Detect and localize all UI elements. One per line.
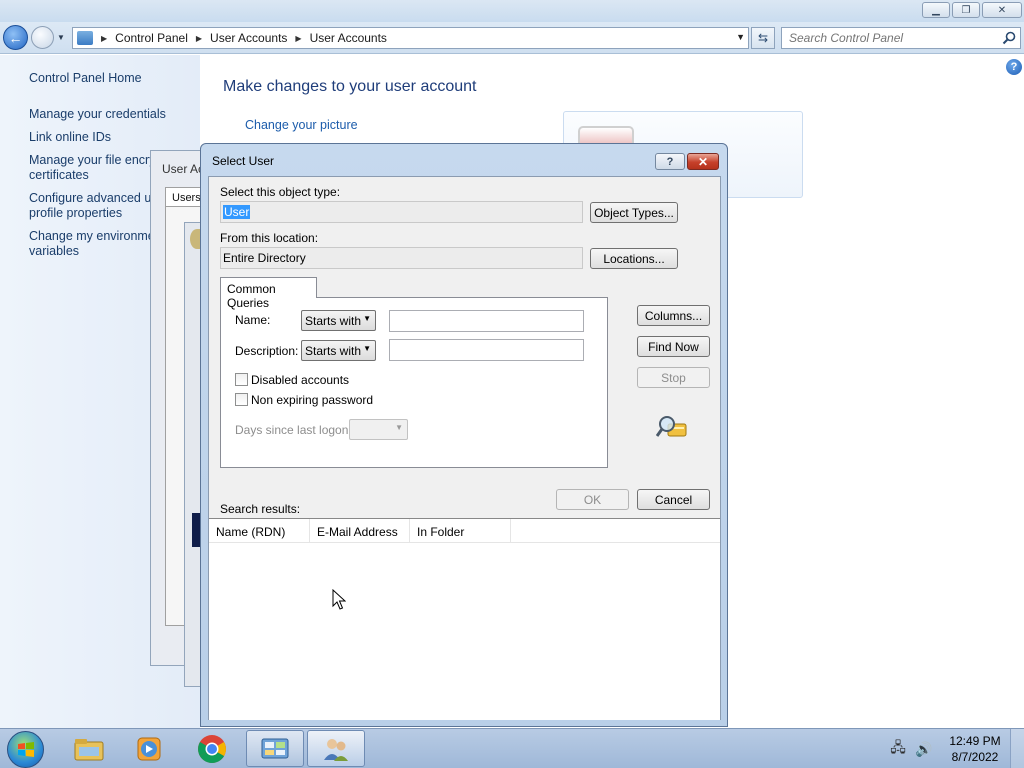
name-label: Name: [235, 313, 271, 327]
control-panel-icon [261, 738, 289, 758]
start-button[interactable] [7, 731, 44, 768]
description-label: Description: [235, 344, 299, 358]
search-input[interactable] [782, 31, 992, 45]
object-type-label: Select this object type: [220, 185, 341, 199]
maximize-button[interactable]: ❐ [952, 2, 980, 18]
name-input[interactable] [389, 310, 584, 332]
forward-button[interactable] [31, 26, 54, 49]
breadcrumb-control-panel[interactable]: Control Panel [115, 31, 188, 45]
dialog-help-button[interactable]: ? [655, 153, 685, 170]
select-user-dialog: Select User ? ✕ Select this object type:… [200, 143, 728, 727]
volume-icon[interactable]: 🔊 [914, 739, 934, 759]
common-queries-panel: Name: Starts with ▼ Description: Starts … [220, 297, 608, 468]
network-icon[interactable]: 🖧 [888, 739, 908, 759]
column-header-in-folder[interactable]: In Folder [410, 519, 511, 543]
dialog-title: Select User [212, 154, 275, 168]
recent-pages-icon[interactable]: ▼ [57, 33, 65, 42]
sidebar-item-file-encryption-line2[interactable]: certificates [29, 168, 89, 183]
chevron-down-icon: ▼ [395, 423, 403, 432]
tab-common-queries[interactable]: Common Queries [220, 277, 317, 310]
chevron-right-icon[interactable]: ▶ [295, 34, 301, 43]
clock-date: 8/7/2022 [951, 750, 999, 764]
windows-logo-icon [17, 741, 34, 757]
sidebar-item-control-panel-home[interactable]: Control Panel Home [29, 71, 142, 86]
address-field[interactable]: ▶ Control Panel ▶ User Accounts ▶ User A… [72, 27, 749, 49]
dialog-close-button[interactable]: ✕ [687, 153, 719, 170]
disabled-accounts-label[interactable]: Disabled accounts [251, 373, 349, 387]
taskbar-media-player[interactable] [120, 730, 178, 767]
chrome-icon [198, 734, 226, 763]
dialog-body: Select this object type: User Object Typ… [208, 176, 721, 720]
system-tray: 🖧 🔊 12:49 PM 8/7/2022 [888, 729, 1024, 768]
results-header: Name (RDN) E-Mail Address In Folder [209, 519, 720, 543]
search-animation-icon [656, 416, 687, 437]
location-value: Entire Directory [223, 251, 306, 265]
sidebar-item-file-encryption[interactable]: Manage your file encry [29, 153, 155, 168]
search-box[interactable] [781, 27, 1021, 49]
taskbar-google-chrome[interactable] [183, 730, 241, 767]
help-icon[interactable]: ? [1006, 59, 1022, 75]
location-label: From this location: [220, 231, 319, 245]
page-title: Make changes to your user account [223, 78, 477, 95]
back-button[interactable]: ← [3, 25, 28, 50]
disabled-accounts-checkbox[interactable] [235, 373, 248, 386]
days-since-logon-label: Days since last logon: [235, 423, 352, 437]
users-icon [324, 738, 348, 761]
ok-button[interactable]: OK [556, 489, 629, 510]
taskbar-windows-explorer[interactable] [60, 730, 118, 767]
chevron-right-icon[interactable]: ▶ [196, 34, 202, 43]
chevron-right-icon[interactable]: ▶ [101, 34, 107, 43]
description-input[interactable] [389, 339, 584, 361]
sidebar-item-environment-variables-line2[interactable]: variables [29, 244, 79, 259]
sidebar-item-advanced-profile-line2[interactable]: profile properties [29, 206, 122, 221]
non-expiring-password-checkbox[interactable] [235, 393, 248, 406]
sidebar-item-advanced-profile[interactable]: Configure advanced us [29, 191, 158, 206]
taskbar-control-panel[interactable] [246, 730, 304, 767]
find-now-button[interactable]: Find Now [637, 336, 710, 357]
sidebar-item-environment-variables[interactable]: Change my environme [29, 229, 155, 244]
mouse-cursor-icon [332, 589, 346, 610]
control-panel-icon [77, 31, 93, 45]
change-picture-link[interactable]: Change your picture [245, 118, 358, 132]
column-header-name[interactable]: Name (RDN) [209, 519, 310, 543]
search-results-list[interactable]: Name (RDN) E-Mail Address In Folder [209, 518, 720, 720]
window-title-bar: ▁ ❐ ✕ [0, 0, 1024, 22]
refresh-button[interactable]: ⇆ [751, 27, 775, 49]
stop-button[interactable]: Stop [637, 367, 710, 388]
object-type-value: User [223, 205, 251, 219]
cancel-button[interactable]: Cancel [637, 489, 710, 510]
window-controls: ▁ ❐ ✕ [922, 2, 1022, 18]
object-type-field[interactable]: User [220, 201, 583, 223]
search-results-label: Search results: [220, 502, 301, 516]
object-types-button[interactable]: Object Types... [590, 202, 678, 223]
locations-button[interactable]: Locations... [590, 248, 678, 269]
days-since-logon-select[interactable]: ▼ [349, 419, 408, 440]
clock-time: 12:49 PM [949, 734, 1001, 748]
description-condition-select[interactable]: Starts with ▼ [301, 340, 376, 361]
description-condition-value: Starts with [305, 344, 362, 358]
breadcrumb-user-accounts-current[interactable]: User Accounts [310, 31, 387, 45]
taskbar: 🖧 🔊 12:49 PM 8/7/2022 [0, 728, 1024, 768]
columns-button[interactable]: Columns... [637, 305, 710, 326]
minimize-button[interactable]: ▁ [922, 2, 950, 18]
name-condition-value: Starts with [305, 314, 362, 328]
close-button[interactable]: ✕ [982, 2, 1022, 18]
chevron-down-icon[interactable]: ▼ [736, 32, 745, 42]
chevron-down-icon: ▼ [363, 314, 371, 323]
show-desktop-button[interactable] [1010, 729, 1024, 768]
sidebar-item-link-online-ids[interactable]: Link online IDs [29, 130, 111, 145]
address-bar: ← ▼ ▶ Control Panel ▶ User Accounts ▶ Us… [0, 22, 1024, 54]
taskbar-user-accounts[interactable] [307, 730, 365, 767]
name-condition-select[interactable]: Starts with ▼ [301, 310, 376, 331]
search-icon[interactable] [1002, 31, 1016, 45]
clock[interactable]: 12:49 PM 8/7/2022 [940, 733, 1010, 765]
breadcrumb-user-accounts[interactable]: User Accounts [210, 31, 287, 45]
chevron-down-icon: ▼ [363, 344, 371, 353]
media-player-icon [137, 737, 161, 760]
sidebar-item-manage-credentials[interactable]: Manage your credentials [29, 107, 166, 122]
column-header-email[interactable]: E-Mail Address [310, 519, 410, 543]
location-field: Entire Directory [220, 247, 583, 269]
non-expiring-password-label[interactable]: Non expiring password [251, 393, 373, 407]
folder-icon [74, 738, 104, 760]
